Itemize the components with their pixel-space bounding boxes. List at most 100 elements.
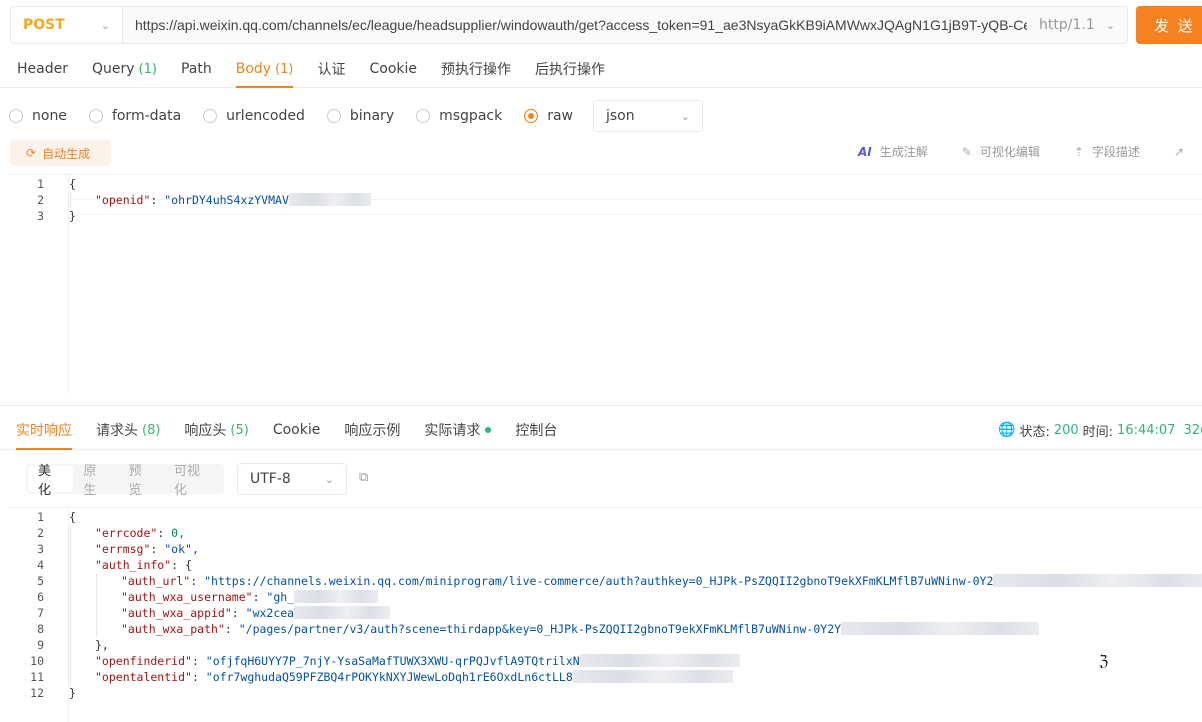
tab-actual-request[interactable]: 实际请求 bbox=[424, 410, 492, 450]
tab-response-example[interactable]: 响应示例 bbox=[344, 410, 400, 450]
json-value: 0, bbox=[171, 526, 186, 540]
chevron-down-icon: ⌄ bbox=[324, 472, 334, 486]
line-number: 3 bbox=[37, 542, 44, 556]
json-key: "opentalentid" bbox=[95, 670, 192, 684]
code-line: "openid": "ohrDY4uhS4xzYVMAV bbox=[95, 193, 371, 207]
pin-button[interactable]: ↗ bbox=[1174, 145, 1192, 159]
line-highlight bbox=[70, 214, 1202, 215]
response-body-editor[interactable]: 1 2 3 4 5 6 7 8 9 10 11 12 { "errcode": … bbox=[10, 507, 1202, 722]
tab-label: 认证 bbox=[317, 62, 346, 78]
raw-format-select[interactable]: json ⌄ bbox=[593, 100, 703, 132]
tab-count: (8) bbox=[142, 422, 161, 438]
globe-icon: 🌐 bbox=[998, 422, 1016, 438]
tab-live-response[interactable]: 实时响应 bbox=[16, 410, 72, 450]
brace: } bbox=[69, 686, 76, 700]
copy-icon[interactable]: ⧉ bbox=[359, 470, 375, 486]
code-line: "errmsg": "ok", bbox=[95, 542, 199, 556]
code-line: } bbox=[69, 686, 76, 700]
encoding-select[interactable]: UTF-8 ⌄ bbox=[237, 463, 347, 495]
line-number: 7 bbox=[37, 606, 44, 620]
radio-label: none bbox=[32, 108, 67, 124]
method-select[interactable]: POST ⌄ bbox=[11, 7, 123, 43]
redacted-blur bbox=[579, 654, 740, 667]
tab-header[interactable]: Header bbox=[17, 50, 68, 88]
radio-form-data[interactable]: form-data bbox=[88, 108, 181, 124]
redacted-blur bbox=[294, 590, 379, 603]
url-input[interactable]: https://api.weixin.qq.com/channels/ec/le… bbox=[123, 17, 1027, 33]
brace: { bbox=[69, 510, 76, 524]
view-raw[interactable]: 原生 bbox=[73, 464, 118, 498]
radio-circle[interactable] bbox=[88, 109, 103, 123]
view-pretty[interactable]: 美化 bbox=[28, 464, 74, 498]
autogen-button[interactable]: ⟳ 自动生成 bbox=[10, 140, 111, 166]
radio-circle[interactable] bbox=[524, 109, 539, 123]
json-key: "auth_wxa_username" bbox=[121, 590, 253, 604]
radio-binary[interactable]: binary bbox=[326, 108, 395, 124]
tab-label: 响应头 bbox=[184, 423, 227, 439]
json-key: "errmsg" bbox=[95, 542, 151, 556]
indent-guide bbox=[70, 525, 71, 685]
tab-console[interactable]: 控制台 bbox=[515, 410, 557, 450]
radio-urlencoded[interactable]: urlencoded bbox=[203, 108, 305, 124]
line-gutter: 1 2 3 bbox=[10, 175, 69, 393]
json-key: "auth_info" bbox=[95, 558, 172, 572]
method-label: POST bbox=[23, 17, 65, 33]
body-type-group: none form-data urlencoded binary msgpack… bbox=[0, 100, 703, 132]
tab-post-script[interactable]: 后执行操作 bbox=[535, 50, 605, 88]
tab-auth[interactable]: 认证 bbox=[317, 50, 345, 88]
json-value: "wx2cea bbox=[245, 606, 295, 620]
tab-pre-script[interactable]: 预执行操作 bbox=[441, 50, 511, 88]
tab-response-headers[interactable]: 响应头 (5) bbox=[184, 410, 248, 450]
tab-request-headers[interactable]: 请求头 (8) bbox=[96, 410, 160, 450]
tab-label: 实时响应 bbox=[16, 423, 72, 439]
view-mode-switch: 美化 原生 预览 可视化 bbox=[26, 464, 224, 498]
text-cursor-icon: ℨ bbox=[1099, 652, 1109, 670]
tab-label: Path bbox=[180, 61, 212, 77]
body-toolbar: AI 生成注解 ✎ 可视化编辑 ⇡ 字段描述 ↗ bbox=[858, 143, 1202, 160]
tab-cookie[interactable]: Cookie bbox=[369, 50, 417, 88]
field-desc-label: 字段描述 bbox=[1091, 145, 1140, 159]
tab-label: 响应示例 bbox=[344, 423, 401, 439]
tab-label: 实际请求 bbox=[424, 423, 481, 439]
code-line: } bbox=[69, 209, 76, 223]
tab-path[interactable]: Path bbox=[181, 50, 212, 88]
json-value: "https://channels.weixin.qq.com/miniprog… bbox=[204, 574, 994, 588]
time-value: 16:44:07 bbox=[1117, 422, 1176, 438]
radio-msgpack[interactable]: msgpack bbox=[416, 108, 502, 124]
radio-circle[interactable] bbox=[326, 109, 341, 123]
send-button[interactable]: 发 送 bbox=[1136, 6, 1202, 44]
tab-response-cookie[interactable]: Cookie bbox=[273, 410, 321, 450]
protocol-select[interactable]: http/1.1 ⌄ bbox=[1027, 17, 1127, 33]
encoding-value: UTF-8 bbox=[250, 471, 291, 487]
request-body-editor[interactable]: 1 2 3 { "openid": "ohrDY4uhS4xzYVMAV } bbox=[10, 174, 1202, 393]
time-label: 时间: bbox=[1082, 424, 1114, 440]
brace: } bbox=[69, 209, 76, 223]
view-preview[interactable]: 预览 bbox=[119, 464, 164, 498]
redacted-blur bbox=[294, 606, 391, 619]
code-line: "errcode": 0, bbox=[95, 526, 186, 540]
code-line: { bbox=[69, 177, 76, 191]
radio-circle[interactable] bbox=[203, 109, 218, 123]
chevron-down-icon: ⌄ bbox=[680, 109, 690, 123]
radio-circle[interactable] bbox=[9, 109, 23, 123]
field-desc-button[interactable]: ⇡ 字段描述 bbox=[1074, 143, 1140, 160]
tab-label: Query bbox=[91, 61, 135, 77]
view-visual[interactable]: 可视化 bbox=[164, 464, 222, 498]
pin-icon: ↗ bbox=[1173, 144, 1184, 159]
radio-circle[interactable] bbox=[416, 109, 431, 123]
code-line: "auth_wxa_appid": "wx2cea bbox=[121, 606, 391, 620]
raw-format-value: json bbox=[606, 108, 635, 124]
json-key: "auth_wxa_path" bbox=[121, 622, 225, 636]
visual-edit-button[interactable]: ✎ 可视化编辑 bbox=[962, 143, 1040, 160]
tab-body[interactable]: Body (1) bbox=[235, 50, 293, 88]
indent-guide bbox=[96, 573, 97, 637]
radio-none[interactable]: none bbox=[9, 108, 67, 124]
url-bar: POST ⌄ https://api.weixin.qq.com/channel… bbox=[10, 6, 1128, 44]
tab-query[interactable]: Query (1) bbox=[92, 50, 157, 88]
line-number: 6 bbox=[37, 590, 44, 604]
ai-comment-button[interactable]: AI 生成注解 bbox=[858, 143, 928, 160]
radio-raw[interactable]: raw bbox=[524, 108, 573, 124]
pane-divider[interactable] bbox=[0, 405, 1202, 406]
radio-label: binary bbox=[349, 108, 395, 124]
code-line: "auth_url": "https://channels.weixin.qq.… bbox=[121, 574, 1202, 588]
